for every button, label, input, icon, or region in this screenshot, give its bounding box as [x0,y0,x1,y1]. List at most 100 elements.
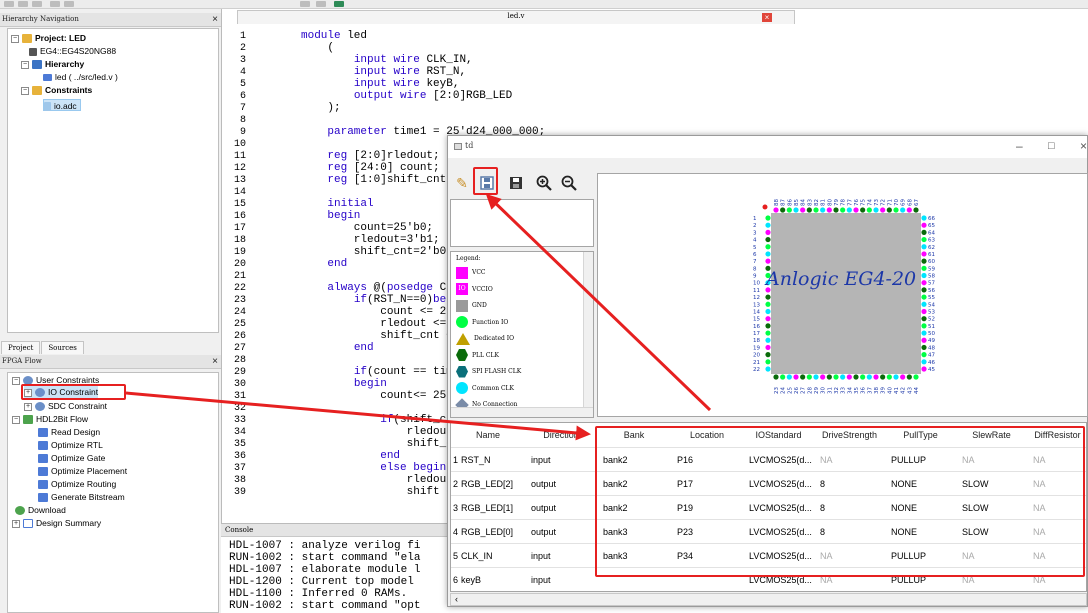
pin-top[interactable] [906,207,912,213]
cell-direction[interactable]: input [531,544,597,568]
pin-right[interactable] [921,272,927,279]
pin-right[interactable] [921,215,927,221]
pin-top[interactable] [800,207,806,213]
zoom-in-icon[interactable] [534,173,554,193]
pin-top[interactable] [840,207,846,213]
cell-name[interactable]: RST_N [461,448,525,472]
pin-top[interactable] [833,207,839,213]
pin-left[interactable] [765,337,771,343]
maximize-icon[interactable]: □ [1048,140,1055,152]
pin-left[interactable] [765,258,771,264]
pin-left[interactable] [765,330,771,336]
pin-left[interactable] [765,251,771,257]
legend-hscrollbar[interactable] [451,407,593,417]
pin-top[interactable] [846,207,852,213]
pin-right[interactable] [921,301,927,307]
pin-left[interactable] [765,229,771,235]
pin-right[interactable] [921,236,927,243]
pin-left[interactable] [765,366,771,372]
flow-item-optimize-rtl[interactable]: Optimize RTL [38,439,103,451]
pin-right[interactable] [921,244,927,250]
pin-right[interactable] [921,265,927,271]
pin-top[interactable] [873,207,879,213]
save-as-icon[interactable] [506,173,526,193]
tree-item-io-adc[interactable]: io.adc [43,99,81,112]
flow-item-optimize-routing[interactable]: Optimize Routing [38,478,116,490]
pin-top[interactable] [860,207,866,213]
chip-view[interactable]: 1 66 2 65 3 64 4 63 5 62 6 61 7 60 8 59 9 58 10 57 11 56 12 55 1… [597,173,1088,417]
toolbar-button[interactable] [316,1,326,7]
collapse-icon[interactable]: − [12,415,20,424]
cell-direction[interactable]: input [531,568,597,591]
cell-name[interactable]: RGB_LED[1] [461,496,525,520]
flow-item-design-summary[interactable]: + Design Summary [12,517,101,529]
close-icon[interactable]: × [212,13,218,26]
tree-item-device[interactable]: EG4::EG4S20NG88 [29,45,116,57]
pin-bottom[interactable] [886,374,892,380]
pin-right[interactable] [921,294,927,300]
pin-bottom[interactable] [860,374,866,380]
collapse-icon[interactable]: − [21,60,29,69]
column-header[interactable]: Name [451,423,525,447]
pin-top[interactable] [913,207,919,213]
pin-bottom[interactable] [866,374,872,380]
pin-left[interactable] [765,308,771,315]
column-header[interactable]: Direction [525,423,597,447]
pin-right[interactable] [921,323,927,329]
toolbar-button[interactable] [50,1,60,7]
collapse-icon[interactable]: − [21,86,29,95]
flow-item-sdc-constraint[interactable]: + SDC Constraint [24,400,107,412]
pin-left[interactable] [765,222,771,228]
pin-left[interactable] [765,215,771,221]
pin-left[interactable] [765,344,771,351]
pin-right[interactable] [921,308,927,315]
pin-left[interactable] [765,323,771,329]
pin-left[interactable] [765,352,771,358]
pin-left[interactable] [765,294,771,300]
cell-name[interactable]: RGB_LED[0] [461,520,525,544]
pin-bottom[interactable] [773,374,779,380]
pin-top[interactable] [886,207,892,213]
cell-direction[interactable]: output [531,496,597,520]
pin-top[interactable] [826,207,832,213]
pin-right[interactable] [921,337,927,343]
close-icon[interactable]: × [1080,139,1087,153]
pin-right[interactable] [921,352,927,358]
minimize-icon[interactable]: – [1016,139,1023,153]
pin-bottom[interactable] [833,374,839,380]
pin-right[interactable] [921,316,927,322]
pin-bottom[interactable] [900,374,906,380]
tab-project[interactable]: Project [1,341,41,354]
flow-item-optimize-gate[interactable]: Optimize Gate [38,452,105,464]
tree-item-project[interactable]: − Project: LED [11,32,86,44]
pin-top[interactable] [853,207,859,213]
pin-bottom[interactable] [853,374,859,380]
toolbar-button[interactable] [18,1,28,7]
pin-bottom[interactable] [880,374,886,380]
tab-sources[interactable]: Sources [41,341,84,354]
pin-right[interactable] [921,359,927,365]
pin-right[interactable] [921,287,927,293]
pin-right[interactable] [921,344,927,351]
cell-direction[interactable]: input [531,448,597,472]
pin-bottom[interactable] [913,374,919,380]
pin-right[interactable] [921,280,927,286]
pin-left[interactable] [765,301,771,307]
legend-scrollbar[interactable] [583,252,593,417]
pin-top[interactable] [813,207,819,213]
flow-item-hdl2bit[interactable]: − HDL2Bit Flow [12,413,88,425]
flow-item-download[interactable]: Download [15,504,66,516]
pin-bottom[interactable] [806,374,812,380]
pin-top[interactable] [880,207,886,213]
pin-bottom[interactable] [780,374,786,380]
toolbar-button[interactable] [64,1,74,7]
collapse-icon[interactable]: − [12,376,20,385]
pin-top[interactable] [793,207,799,213]
pin-top[interactable] [900,207,906,213]
pin-right[interactable] [921,258,927,264]
pin-bottom[interactable] [820,374,826,380]
pin-bottom[interactable] [873,374,879,380]
close-icon[interactable]: × [762,13,772,22]
toolbar-button[interactable] [300,1,310,7]
close-icon[interactable]: × [212,355,218,368]
